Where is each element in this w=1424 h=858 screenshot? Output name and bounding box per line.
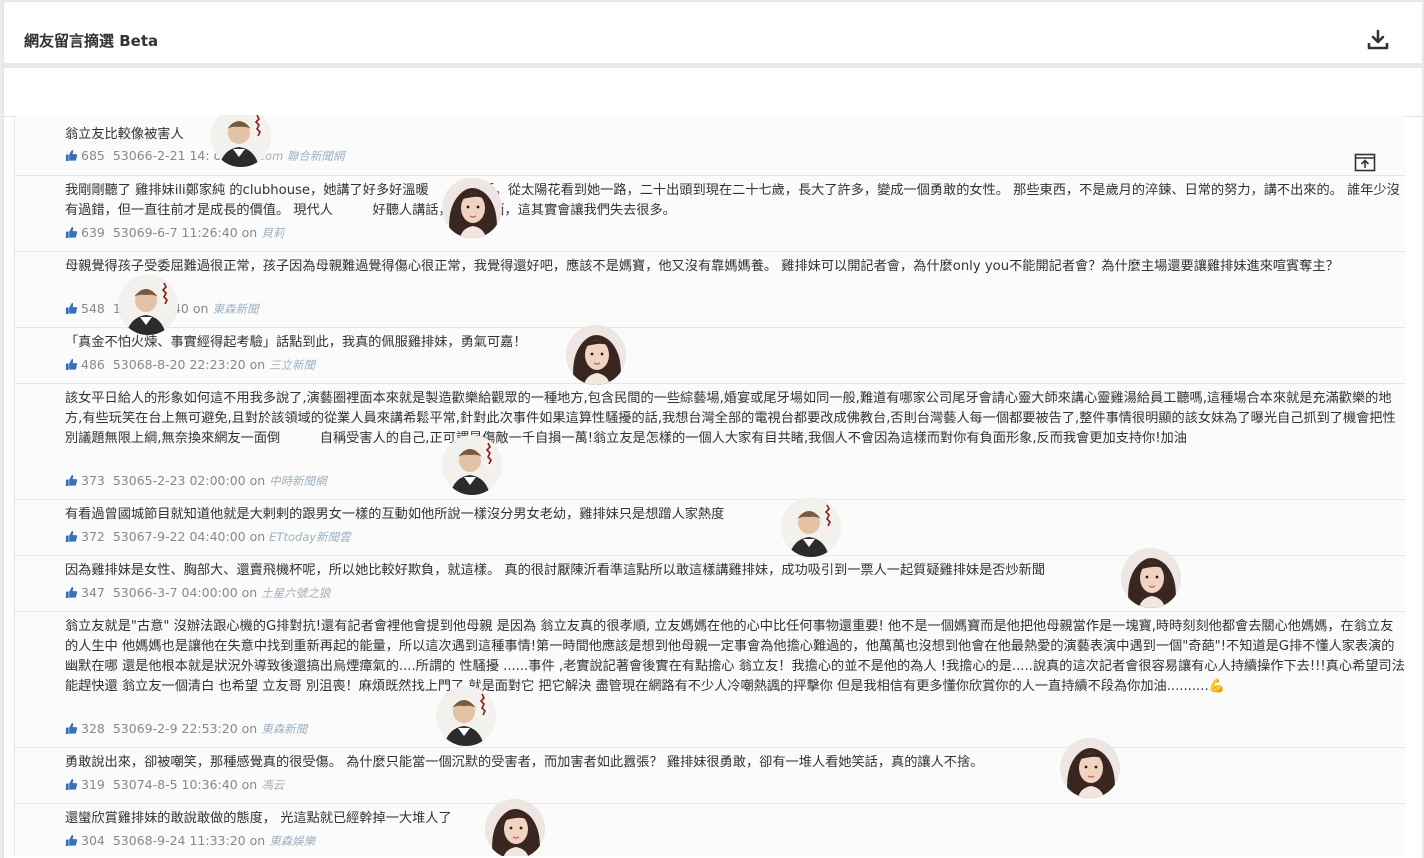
avatar [436, 686, 496, 746]
on-label: on [241, 721, 258, 736]
thumbs-up-icon [65, 302, 78, 315]
comment-time: 53074-8-5 10:36:40 [112, 777, 238, 792]
thumbs-up-icon [65, 778, 78, 791]
thumbs-up-icon [65, 722, 78, 735]
toolbar-area [4, 68, 1422, 117]
comment-source[interactable]: 中時新聞網 [269, 474, 327, 488]
comment-meta: 304 53068-9-24 11:33:20 on 東森娛樂 [65, 833, 315, 849]
comment-text: 翁立友就是"古意" 沒辦法跟心機的G排對抗!還有記者會裡他會提到他母親 是因為 … [65, 619, 1405, 694]
comment-source[interactable]: 土星六號之狼 [261, 586, 330, 600]
like-count: 373 [81, 473, 105, 488]
like-count: 639 [81, 225, 105, 240]
comment-text: 我剛剛聽了 雞排妹ili鄭家純 的clubhouse，她講了好多好溫暖 的話。從… [65, 183, 1400, 218]
comment-meta: 372 53067-9-22 04:40:00 on ETtoday新聞雲 [65, 529, 351, 545]
thumbs-up-icon [65, 474, 78, 487]
avatar [442, 178, 502, 238]
like-count: 304 [81, 833, 105, 848]
comment-text: 有看過曾國城節目就知道他就是大剌剌的跟男女一樣的互動如他所說一樣沒分男女老幼，雞… [65, 507, 725, 522]
avatar [442, 435, 502, 495]
avatar [485, 799, 545, 856]
comment-item: 因為雞排妹是女性、胸部大、還賣飛機杯呢，所以她比較好欺負，就這樣。 真的很討厭陳… [15, 548, 1405, 612]
comment-time: 53068-9-24 11:33:20 [112, 833, 246, 848]
comment-text: 「真金不怕火煉、事實經得起考驗」話點到此，我真的佩服雞排妹，勇氣可嘉！ [65, 335, 527, 350]
like-count: 319 [81, 777, 105, 792]
comment-meta: 486 53068-8-20 22:23:20 on 三立新聞 [65, 357, 315, 373]
comment-meta: 319 53074-8-5 10:36:40 on 馮云 [65, 777, 284, 793]
thumbs-up-icon [65, 530, 78, 543]
panel-title: 網友留言摘選 Beta [24, 32, 159, 50]
thumbs-up-icon [65, 586, 78, 599]
comment-item: 母親覺得孩子受委屈難過很正常，孩子因為母親難過覺得傷心很正常，我覺得還好吧，應該… [15, 251, 1405, 335]
on-label: on [192, 301, 209, 316]
like-count: 372 [81, 529, 105, 544]
on-label: on [249, 473, 266, 488]
comment-source[interactable]: 東森娛樂 [269, 834, 315, 848]
comment-item: 還蠻欣賞雞排妹的敢說敢做的態度， 光這點就已經幹掉一大堆人了 304 53068-… [15, 799, 1405, 856]
thumbs-up-icon [65, 149, 78, 162]
comment-item: 我剛剛聽了 雞排妹ili鄭家純 的clubhouse，她講了好多好溫暖 的話。從… [15, 175, 1405, 252]
comment-source[interactable]: ETtoday新聞雲 [269, 530, 351, 544]
comment-source[interactable]: 東森新聞 [212, 302, 258, 316]
like-count: 486 [81, 357, 105, 372]
avatar [566, 325, 626, 385]
like-count: 347 [81, 585, 105, 600]
comment-time: 53066-3-7 04:00:00 [112, 585, 238, 600]
comment-meta: 347 53066-3-7 04:00:00 on 土星六號之狼 [65, 585, 330, 601]
comment-text: 因為雞排妹是女性、胸部大、還賣飛機杯呢，所以她比較好欺負，就這樣。 真的很討厭陳… [65, 563, 1046, 578]
comment-time: 53065-2-23 02:00:00 [112, 473, 246, 488]
avatar [1060, 738, 1120, 798]
on-label: on [241, 777, 258, 792]
comment-list[interactable]: 翁立友比較像被害人 68553066-2-21 14: onudn.com 聯合… [14, 115, 1405, 856]
comment-time: 53068-8-20 22:23:20 [112, 357, 246, 372]
comment-item: 翁立友比較像被害人 68553066-2-21 14: onudn.com 聯合… [15, 115, 1405, 176]
comment-text: 母親覺得孩子受委屈難過很正常，孩子因為母親難過覺得傷心很正常，我覺得還好吧，應該… [65, 259, 1339, 274]
like-count: 328 [81, 721, 105, 736]
comment-item: 勇敢說出來，卻被嘲笑，那種感覺真的很受傷。 為什麼只能當一個沉默的受害者，而加害… [15, 738, 1405, 804]
on-label: on [249, 833, 266, 848]
comment-item: 翁立友就是"古意" 沒辦法跟心機的G排對抗!還有記者會裡他會提到他母親 是因為 … [15, 611, 1405, 748]
comment-text: 該女平日給人的形象如何這不用我多說了,演藝圈裡面本來就是製造歡樂給觀眾的一種地方… [65, 391, 1396, 446]
comment-time: 53067-9-22 04:40:00 [112, 529, 246, 544]
panel-header: 網友留言摘選 Beta [4, 2, 1422, 68]
thumbs-up-icon [65, 834, 78, 847]
comment-meta: 639 53069-6-7 11:26:40 on 貝莉 [65, 225, 284, 241]
on-label: on [241, 225, 258, 240]
comment-time: 53069-6-7 11:26:40 [112, 225, 238, 240]
comment-source[interactable]: 馮云 [261, 778, 284, 792]
download-icon[interactable] [1366, 28, 1390, 52]
on-label: on [241, 585, 258, 600]
comment-item: 該女平日給人的形象如何這不用我多說了,演藝圈裡面本來就是製造歡樂給觀眾的一種地方… [15, 383, 1405, 500]
like-count: 685 [81, 148, 105, 163]
comment-item: 有看過曾國城節目就知道他就是大剌剌的跟男女一樣的互動如他所說一樣沒分男女老幼，雞… [15, 497, 1405, 557]
comment-source[interactable]: 三立新聞 [269, 358, 315, 372]
comment-item: 「真金不怕火煉、事實經得起考驗」話點到此，我真的佩服雞排妹，勇氣可嘉！ 486 5… [15, 325, 1405, 385]
avatar [1121, 548, 1181, 608]
on-label: on [249, 357, 266, 372]
comment-source[interactable]: 貝莉 [261, 226, 284, 240]
thumbs-up-icon [65, 358, 78, 371]
comment-text: 勇敢說出來，卻被嘲笑，那種感覺真的很受傷。 為什麼只能當一個沉默的受害者，而加害… [65, 755, 984, 770]
comment-time: 53066-2-21 14: [112, 148, 210, 163]
comment-time: 53069-2-9 22:53:20 [112, 721, 238, 736]
avatar [118, 275, 178, 335]
comment-meta: 373 53065-2-23 02:00:00 on 中時新聞網 [65, 473, 327, 489]
comment-text: 還蠻欣賞雞排妹的敢說敢做的態度， 光這點就已經幹掉一大堆人了 [65, 811, 452, 826]
like-count: 548 [81, 301, 105, 316]
share-icon[interactable] [1354, 153, 1376, 173]
comment-meta: 328 53069-2-9 22:53:20 on 東森新聞 [65, 721, 307, 737]
comment-meta: 68553066-2-21 14: onudn.com 聯合新聞網 [65, 148, 344, 164]
thumbs-up-icon [65, 226, 78, 239]
avatar [781, 497, 841, 557]
comment-source[interactable]: 東森新聞 [261, 722, 307, 736]
on-label: on [249, 529, 266, 544]
